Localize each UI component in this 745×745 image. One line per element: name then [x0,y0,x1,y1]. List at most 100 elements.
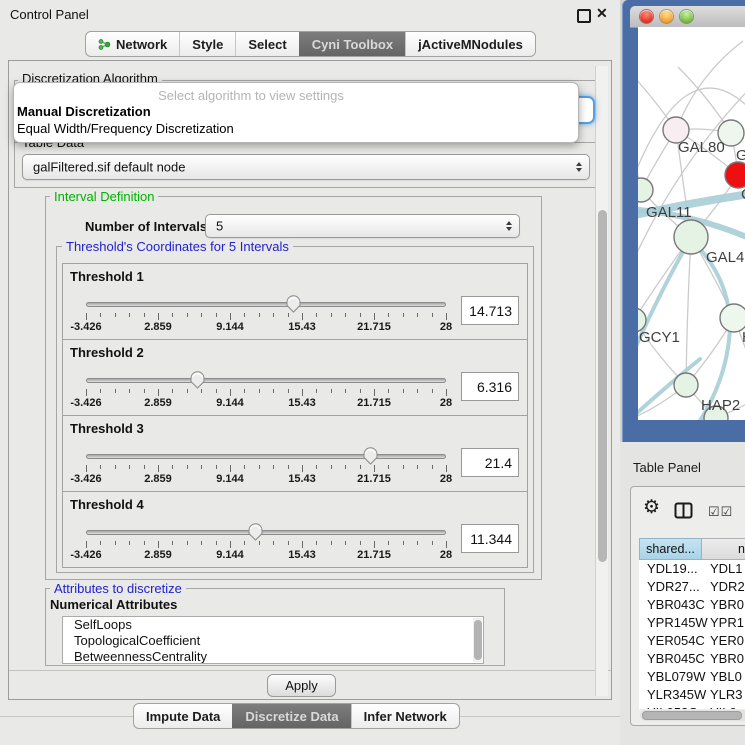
main-tab-bar: NetworkStyleSelect Cyni Toolbox jActiveMNo… [85,31,536,57]
node-label: GCY1 [639,329,680,346]
network-node[interactable] [674,373,698,397]
list-scrollbar[interactable] [473,618,482,662]
threshold-value-input[interactable] [461,524,519,553]
table-row[interactable]: YIL052CYIL0 [639,704,745,709]
tick-mark [302,465,303,472]
node-label: C [741,186,745,203]
horizontal-scrollbar[interactable] [640,710,745,721]
scrollbar-thumb[interactable] [474,620,482,660]
slider-ticks [86,541,446,550]
column-header-name[interactable]: na [702,538,745,560]
tick-mark [172,389,173,393]
tick-mark [273,313,274,317]
threshold-value-input[interactable] [461,448,519,477]
table-row[interactable]: YBL079WYBL0 [639,668,745,686]
slider-thumb[interactable] [247,522,264,541]
dropdown-option-manual-discretization[interactable]: Manual Discretization [17,104,151,119]
combobox-stepper-icon[interactable] [576,162,582,172]
tick-mark [100,541,101,545]
close-icon[interactable]: ✕ [596,5,608,22]
tab-label: Cyni Toolbox [312,37,393,52]
attribute-item-selfloops[interactable]: SelfLoops [63,617,483,633]
tick-mark [144,389,145,393]
tick-mark [230,389,231,396]
tick-mark [345,389,346,393]
tick-mark [172,313,173,317]
number-of-intervals-combobox[interactable]: 5 [205,214,520,238]
tab-discretize-data[interactable]: Discretize Data [232,704,350,728]
tick-mark [432,313,433,317]
float-window-icon[interactable] [577,9,591,23]
tick-mark [216,465,217,469]
threshold-value-input[interactable] [461,296,519,325]
tick-label: 15.43 [288,473,316,485]
gear-icon[interactable]: ⚙ [643,498,660,517]
tab-style[interactable]: Style [179,32,235,56]
table-row[interactable]: YDR27...YDR2 [639,578,745,596]
slider-thumb[interactable] [285,294,302,313]
tick-label: 2.859 [144,549,172,561]
tick-mark [244,313,245,317]
table-panel-title: Table Panel [633,460,701,475]
table-row[interactable]: YDL19...YDL1 [639,560,745,578]
tick-mark [144,313,145,317]
checkbox-icons[interactable]: ☑☑ [708,504,733,520]
tick-mark [403,541,404,545]
threshold-panel-1: Threshold 1-3.4262.8599.14415.4321.71528 [62,263,528,340]
zoom-traffic-light-icon[interactable] [680,10,693,23]
cell-name: YIL0 [710,704,737,709]
numerical-attributes-list[interactable]: SelfLoopsTopologicalCoefficientBetweenne… [62,616,484,664]
tab-select[interactable]: Select [235,32,298,56]
slider-thumb[interactable] [189,370,206,389]
cell-shared-name: YER054C [647,632,705,650]
slider-track [86,302,446,307]
scrollbar-thumb[interactable] [642,711,742,720]
threshold-slider[interactable]: -3.4262.8599.14415.4321.71528 [86,446,446,488]
vertical-scrollbar[interactable] [595,66,608,696]
column-layout-icon[interactable] [674,502,693,519]
panel-title: Control Panel [10,7,89,22]
table-row[interactable]: YLR345WYLR3 [639,686,745,704]
tab-jactivemnodules[interactable]: jActiveMNodules [405,32,535,56]
threshold-value-input[interactable] [461,372,519,401]
slider-thumb[interactable] [362,446,379,465]
scrollbar-thumb[interactable] [598,210,607,562]
minimize-traffic-light-icon[interactable] [660,10,673,23]
network-window-titlebar[interactable] [630,6,745,28]
cell-name: YBL0 [710,668,742,686]
table-row[interactable]: YBR045CYBR0 [639,650,745,668]
dropdown-option-equal-width-frequency[interactable]: Equal Width/Frequency Discretization [17,121,234,136]
tab-network[interactable]: Network [86,32,179,56]
network-canvas[interactable]: GAL80GACGAL11GAL4GCY1HHAP2 [638,27,745,420]
tab-cyni-toolbox[interactable]: Cyni Toolbox [299,32,405,56]
tab-label: jActiveMNodules [418,37,523,52]
attribute-item-betweennesscentrality[interactable]: BetweennessCentrality [63,649,483,664]
threshold-slider[interactable]: -3.4262.8599.14415.4321.71528 [86,370,446,412]
combobox-stepper-icon[interactable] [506,221,512,231]
tick-mark [86,389,87,396]
close-traffic-light-icon[interactable] [640,10,653,23]
column-header-shared-name[interactable]: shared... [639,538,702,560]
network-node[interactable] [638,178,653,202]
attribute-item-topologicalcoefficient[interactable]: TopologicalCoefficient [63,633,483,649]
network-node[interactable] [674,220,708,254]
interval-definition-title: Interval Definition [50,189,158,204]
table-row[interactable]: YBR043CYBR0 [639,596,745,614]
tab-infer-network[interactable]: Infer Network [351,704,459,728]
network-node[interactable] [725,162,745,188]
tick-mark [115,313,116,317]
tick-label: 15.43 [288,549,316,561]
threshold-slider[interactable]: -3.4262.8599.14415.4321.71528 [86,294,446,336]
apply-button[interactable]: Apply [267,674,336,697]
network-node[interactable] [720,304,745,332]
threshold-slider[interactable]: -3.4262.8599.14415.4321.71528 [86,522,446,564]
cell-shared-name: YDR27... [647,578,700,596]
table-row[interactable]: YER054CYER0 [639,632,745,650]
table-data-combobox[interactable]: galFiltered.sif default node [22,154,590,180]
tab-impute-data[interactable]: Impute Data [134,704,232,728]
threshold-panel-2: Threshold 2-3.4262.8599.14415.4321.71528 [62,339,528,416]
tick-mark [273,465,274,469]
table-row[interactable]: YPR145WYPR1 [639,614,745,632]
application-root: Control Panel ✕ NetworkStyleSelect Cyni T… [0,0,745,745]
tick-mark [86,541,87,548]
